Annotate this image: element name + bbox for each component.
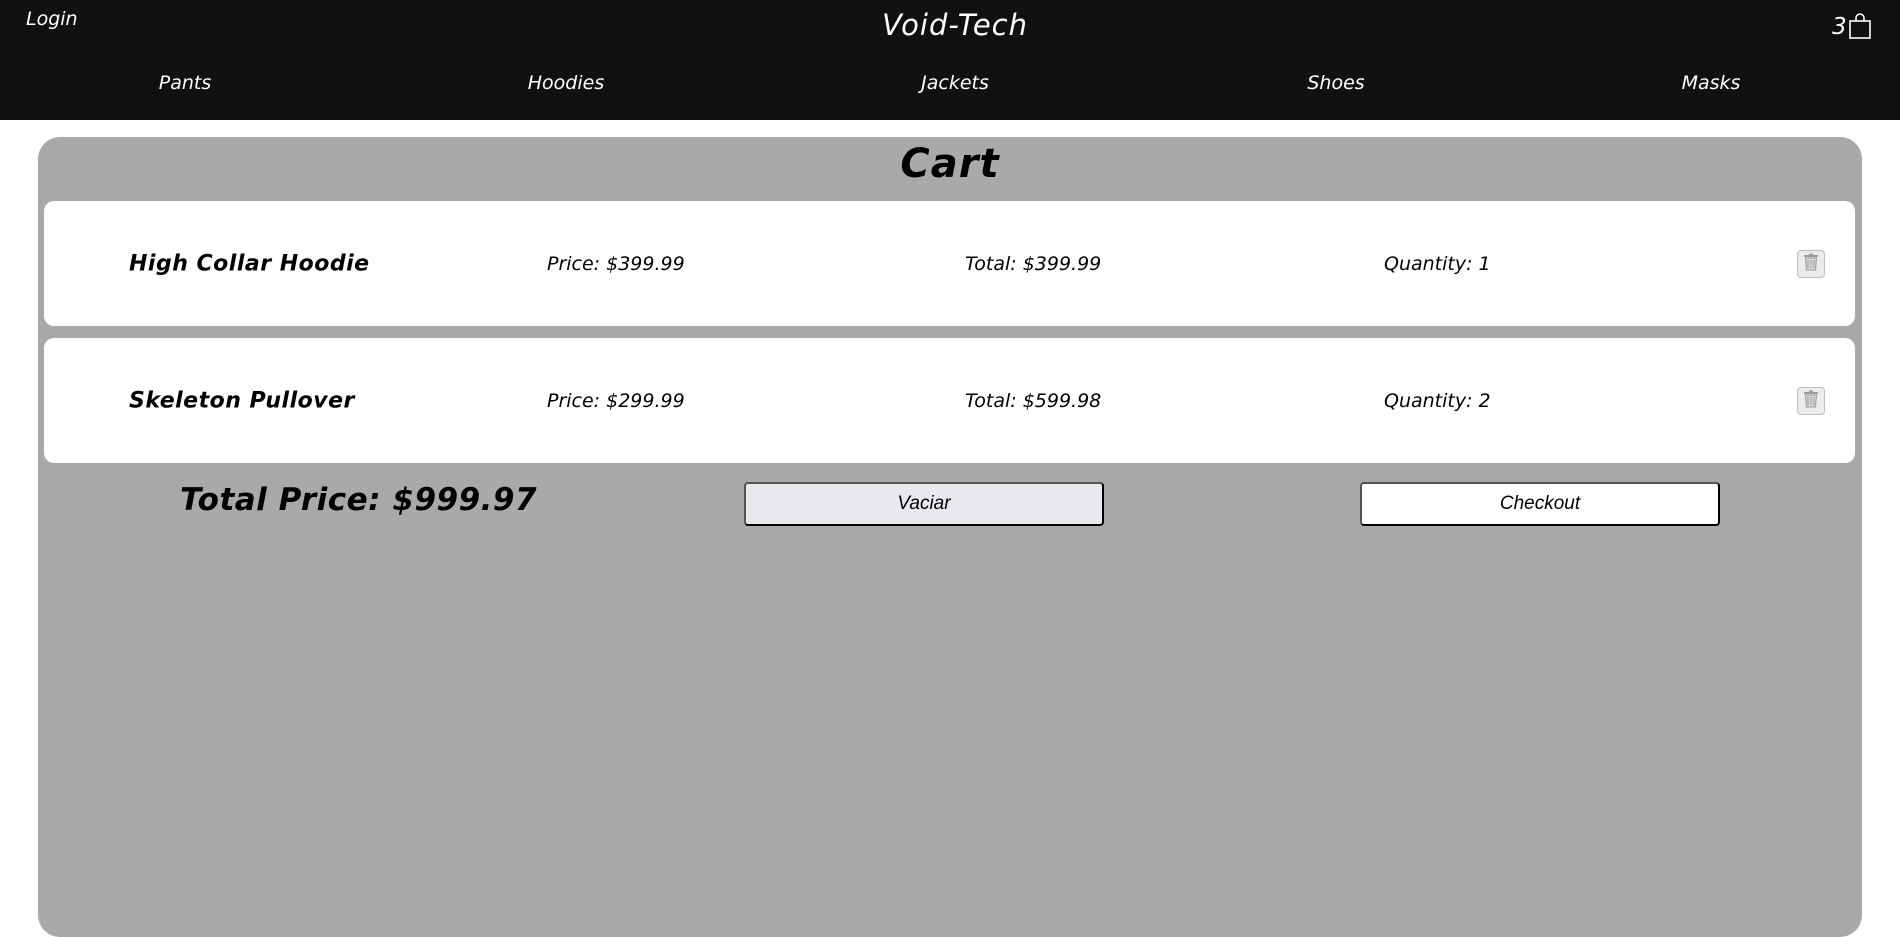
- cart-item-price: Price: $399.99: [547, 252, 685, 275]
- cart-item-row: High Collar Hoodie Price: $399.99 Total:…: [44, 201, 1855, 326]
- nav-item-jackets[interactable]: Jackets: [921, 72, 989, 94]
- cart-item-total: Total: $399.99: [965, 252, 1102, 275]
- cart-panel: Cart High Collar Hoodie Price: $399.99 T…: [38, 137, 1862, 937]
- nav-item-pants[interactable]: Pants: [159, 72, 212, 94]
- cart-item-total: Total: $599.98: [965, 389, 1102, 412]
- cart-total-price: Total Price: $999.97: [180, 482, 538, 518]
- category-nav: Pants Hoodies Jackets Shoes Masks: [0, 72, 1900, 102]
- remove-item-button[interactable]: [1797, 249, 1825, 278]
- remove-item-button[interactable]: [1797, 386, 1825, 415]
- trash-icon: [1803, 253, 1819, 274]
- cart-title: Cart: [900, 141, 1000, 187]
- shopping-bag-icon: [1848, 12, 1872, 39]
- cart-item-quantity: Quantity: 1: [1384, 252, 1491, 275]
- nav-item-masks[interactable]: Masks: [1682, 72, 1741, 94]
- cart-summary: Total Price: $999.97 Vaciar Checkout: [38, 482, 1862, 532]
- trash-icon: [1803, 390, 1819, 411]
- nav-item-hoodies[interactable]: Hoodies: [528, 72, 604, 94]
- nav-item-shoes[interactable]: Shoes: [1307, 72, 1364, 94]
- cart-button[interactable]: 3: [1832, 12, 1872, 39]
- cart-item-name: Skeleton Pullover: [129, 388, 355, 413]
- cart-item-name: High Collar Hoodie: [129, 251, 370, 276]
- cart-item-quantity: Quantity: 2: [1384, 389, 1491, 412]
- site-header: Login Void-Tech 3 Pants Hoodies Jackets …: [0, 0, 1900, 120]
- checkout-button[interactable]: Checkout: [1360, 482, 1720, 526]
- site-brand[interactable]: Void-Tech: [0, 8, 1900, 42]
- clear-cart-button[interactable]: Vaciar: [744, 482, 1104, 526]
- cart-count-badge: 3: [1832, 14, 1847, 40]
- cart-item-price: Price: $299.99: [547, 389, 685, 412]
- cart-item-row: Skeleton Pullover Price: $299.99 Total: …: [44, 338, 1855, 463]
